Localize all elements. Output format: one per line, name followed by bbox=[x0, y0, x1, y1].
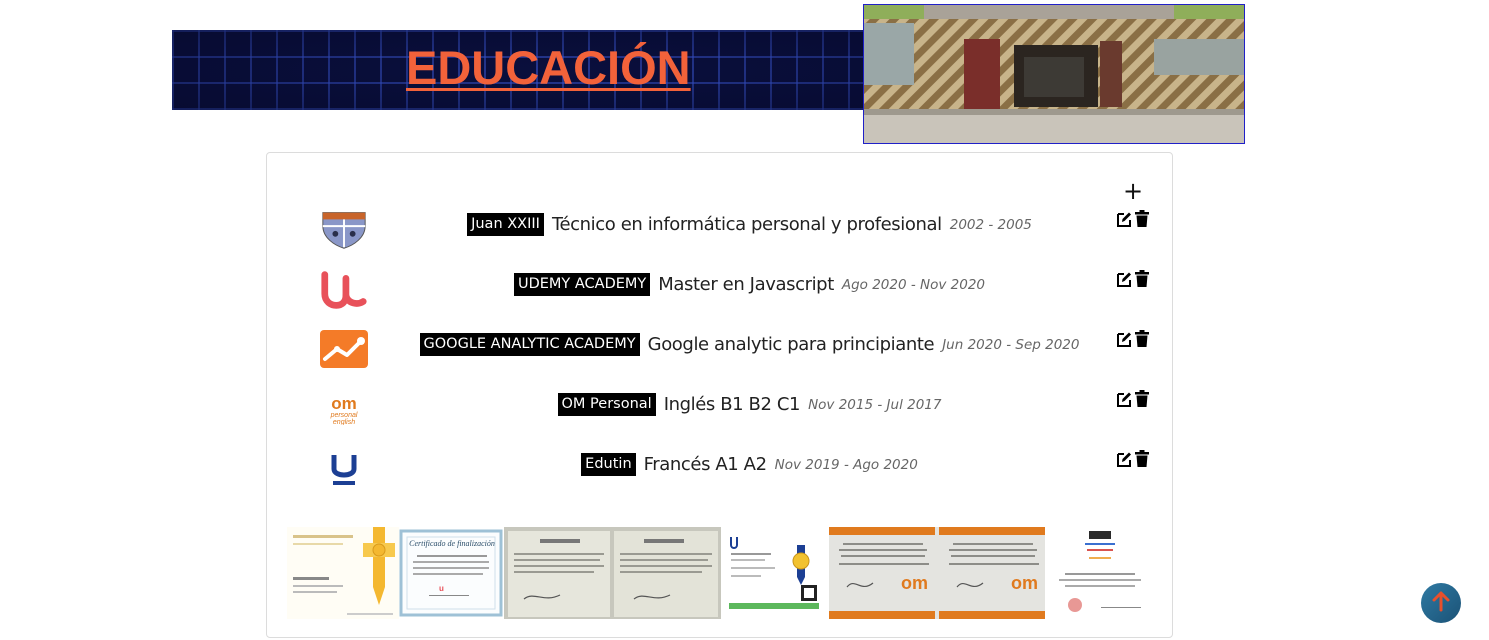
course-dates: Nov 2015 - Jul 2017 bbox=[808, 396, 942, 413]
trash-icon[interactable] bbox=[1135, 330, 1151, 348]
edit-icon[interactable] bbox=[1116, 270, 1132, 288]
course-dates: 2002 - 2005 bbox=[949, 216, 1032, 233]
om-personal-icon: om personal english bbox=[319, 387, 369, 431]
edutin-icon bbox=[319, 447, 369, 491]
row-actions bbox=[1116, 210, 1151, 228]
education-item: Juan XXIII Técnico en informática persona… bbox=[267, 207, 1172, 255]
row-actions bbox=[1116, 270, 1151, 288]
section-banner: EDUCACIÓN bbox=[172, 30, 864, 110]
arrow-up-icon bbox=[1431, 590, 1451, 616]
school-photo bbox=[863, 4, 1245, 144]
certificate-thumbnail[interactable] bbox=[287, 527, 399, 619]
udemy-icon bbox=[319, 267, 369, 311]
add-education-button[interactable]: + bbox=[1123, 179, 1143, 203]
certificate-thumbnail[interactable] bbox=[1045, 527, 1153, 619]
institution-badge: GOOGLE ANALYTIC ACADEMY bbox=[419, 333, 640, 356]
row-actions bbox=[1116, 390, 1151, 408]
trash-icon[interactable] bbox=[1135, 270, 1151, 288]
svg-text:english: english bbox=[333, 419, 355, 425]
section-title: EDUCACIÓN bbox=[406, 41, 691, 94]
certificate-thumbnail[interactable] bbox=[504, 527, 721, 619]
juan-xxiii-shield-icon bbox=[319, 207, 369, 251]
course-title: Master en Javascript bbox=[658, 274, 834, 295]
course-title: Técnico en informática personal y profes… bbox=[551, 214, 942, 235]
certificate-thumbnail[interactable] bbox=[721, 527, 827, 619]
course-title: Francés A1 A2 bbox=[643, 454, 767, 475]
trash-icon[interactable] bbox=[1135, 210, 1151, 228]
svg-text:om: om bbox=[331, 394, 357, 413]
institution-badge: UDEMY ACADEMY bbox=[513, 273, 651, 296]
education-item: om personal english OM Personal Inglés B1… bbox=[267, 387, 1172, 435]
course-dates: Ago 2020 - Nov 2020 bbox=[841, 276, 986, 293]
education-card: + Juan XXIII Técnico en informática perso… bbox=[266, 152, 1173, 638]
svg-text:om: om bbox=[901, 573, 928, 593]
certificate-thumbnail[interactable]: om om bbox=[829, 527, 1045, 619]
trash-icon[interactable] bbox=[1135, 450, 1151, 468]
edit-icon[interactable] bbox=[1116, 210, 1132, 228]
scroll-to-top-button[interactable] bbox=[1421, 583, 1461, 623]
institution-badge: Juan XXIII bbox=[467, 213, 544, 236]
row-actions bbox=[1116, 330, 1151, 348]
svg-text:personal: personal bbox=[330, 412, 358, 419]
svg-text:om: om bbox=[1011, 573, 1038, 593]
institution-badge: OM Personal bbox=[557, 393, 656, 416]
course-title: Inglés B1 B2 C1 bbox=[663, 394, 801, 415]
edit-icon[interactable] bbox=[1116, 450, 1132, 468]
education-item: GOOGLE ANALYTIC ACADEMY Google analytic p… bbox=[267, 327, 1172, 375]
certificate-thumbnail[interactable]: u Certificado de finalización bbox=[399, 527, 503, 619]
course-dates: Nov 2019 - Ago 2020 bbox=[774, 456, 918, 473]
education-item: UDEMY ACADEMY Master en Javascript Ago 202… bbox=[267, 267, 1172, 315]
certificate-title: Certificado de finalización bbox=[409, 539, 495, 548]
trash-icon[interactable] bbox=[1135, 390, 1151, 408]
education-item: Edutin Francés A1 A2 Nov 2019 - Ago 2020 bbox=[267, 447, 1172, 495]
row-actions bbox=[1116, 450, 1151, 468]
svg-text:u: u bbox=[439, 584, 444, 593]
edit-icon[interactable] bbox=[1116, 390, 1132, 408]
google-analytics-icon bbox=[319, 327, 369, 371]
institution-badge: Edutin bbox=[581, 453, 636, 476]
certificates-gallery: u Certificado de finalización om om bbox=[287, 527, 1153, 619]
edit-icon[interactable] bbox=[1116, 330, 1132, 348]
course-title: Google analytic para principiante bbox=[647, 334, 935, 355]
course-dates: Jun 2020 - Sep 2020 bbox=[942, 336, 1080, 353]
